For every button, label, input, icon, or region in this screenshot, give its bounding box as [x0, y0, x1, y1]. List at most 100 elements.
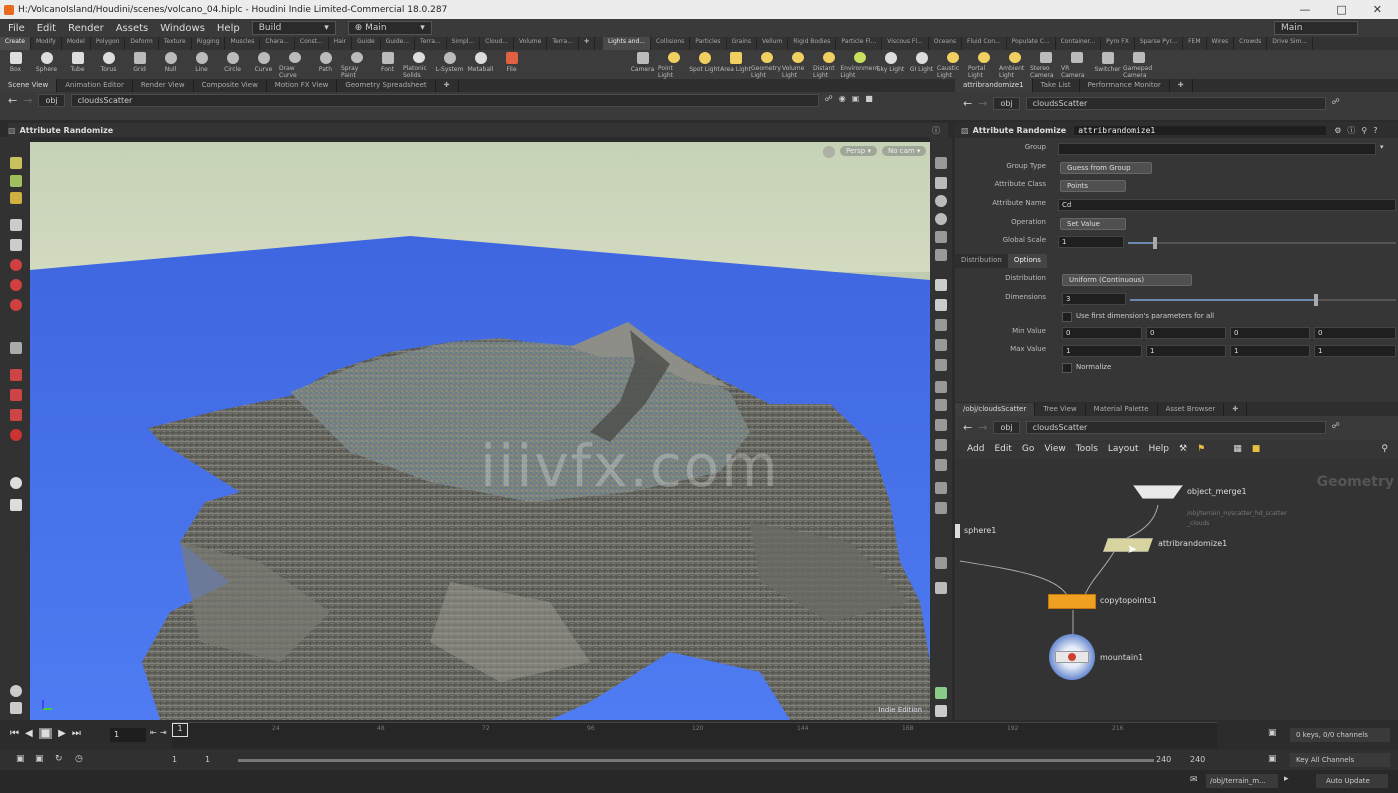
desktop-select[interactable]: Build ▾	[251, 21, 336, 35]
network-menu-edit[interactable]: Edit	[994, 444, 1011, 454]
shelf-tab[interactable]: Drive Sim...	[1267, 37, 1314, 50]
tool-curve[interactable]: Curve	[248, 50, 279, 79]
add-tab-icon[interactable]: ✚	[1170, 79, 1193, 92]
frame-icon[interactable]	[935, 299, 947, 311]
sphere-node[interactable]	[955, 524, 960, 538]
attribute-class-menu[interactable]: Points	[1060, 180, 1126, 192]
tool-camera[interactable]: Camera	[627, 50, 658, 79]
lock-icon[interactable]	[935, 177, 947, 189]
next-key-icon[interactable]: ⇥	[160, 728, 167, 737]
realtime-icon[interactable]: ▣	[16, 754, 25, 764]
menu-assets[interactable]: Assets	[116, 23, 149, 34]
brush-icon[interactable]	[10, 299, 22, 311]
gear-icon[interactable]: ⚙	[1334, 126, 1341, 135]
shelf-tab[interactable]: Pyro FX	[1101, 37, 1135, 50]
shelf-tab[interactable]: Vellum	[757, 37, 789, 50]
tool-switcher[interactable]: Switcher	[1092, 50, 1123, 79]
tool-caustic-light[interactable]: Caustic Light	[937, 50, 968, 79]
tool-torus[interactable]: Torus	[93, 50, 124, 79]
tool-vr-camera[interactable]: VR Camera	[1061, 50, 1092, 79]
tool-box[interactable]: Box	[0, 50, 31, 79]
shelf-tab[interactable]: Crowds	[1234, 37, 1268, 50]
faces-icon[interactable]	[935, 399, 947, 411]
menu-help[interactable]: Help	[217, 23, 240, 34]
wireframe-icon[interactable]	[935, 231, 947, 243]
group-field[interactable]	[1058, 143, 1376, 155]
shelf-tab[interactable]: Create	[0, 37, 31, 50]
tool-portal-light[interactable]: Portal Light	[968, 50, 999, 79]
playhead[interactable]: 1	[172, 723, 188, 737]
uv-icon[interactable]	[935, 359, 947, 371]
network-menu-layout[interactable]: Layout	[1108, 444, 1139, 454]
tool-stereo-camera[interactable]: Stereo Camera	[1030, 50, 1061, 79]
shelf-tab[interactable]: Collisions	[651, 37, 691, 50]
global-scale-field[interactable]: 1	[1058, 236, 1124, 248]
main-select[interactable]: ⊕ Main ▾	[347, 21, 432, 35]
tool-sphere[interactable]: Sphere	[31, 50, 62, 79]
tab-network-path[interactable]: /obj/cloudsScatter	[955, 403, 1036, 416]
shelf-tab[interactable]: Rigid Bodies	[788, 37, 837, 50]
step-back-icon[interactable]: ◀	[25, 728, 33, 739]
tool-gi-light[interactable]: GI Light	[906, 50, 937, 79]
tab-composite-view[interactable]: Composite View	[194, 79, 267, 92]
orbit-icon[interactable]	[10, 477, 22, 489]
tab-material-palette[interactable]: Material Palette	[1086, 403, 1158, 416]
dimensions-field[interactable]: 3	[1062, 293, 1126, 305]
shelf-tab[interactable]: Model	[62, 37, 91, 50]
tool-draw-curve[interactable]: Draw Curve	[279, 50, 310, 79]
shelf-tab[interactable]: Particles	[690, 37, 727, 50]
shelf-tab[interactable]: Populate C...	[1007, 37, 1056, 50]
global-scale-slider-handle[interactable]	[1152, 237, 1157, 249]
add-tab-icon[interactable]: ✚	[436, 79, 459, 92]
path-root[interactable]: obj	[38, 94, 65, 107]
tool-circle[interactable]: Circle	[217, 50, 248, 79]
mountain-node[interactable]	[1049, 634, 1095, 680]
points-icon[interactable]	[935, 339, 947, 351]
pin-icon[interactable]: ☍	[1332, 97, 1340, 106]
network-menu-go[interactable]: Go	[1022, 444, 1034, 454]
range-end[interactable]: 240	[1156, 755, 1171, 764]
snapshot-icon[interactable]	[935, 502, 947, 514]
flag-icon[interactable]: ⚑	[1197, 444, 1205, 454]
group-type-menu[interactable]: Guess from Group	[1060, 162, 1152, 174]
tool-spray-paint[interactable]: Spray Paint	[341, 50, 372, 79]
max-value-3[interactable]: 1	[1314, 345, 1396, 357]
display-icon[interactable]	[10, 702, 22, 714]
tool-null[interactable]: Null	[155, 50, 186, 79]
shelf-tab[interactable]: Muscles	[225, 37, 261, 50]
search-icon[interactable]: ⚲	[1381, 444, 1388, 454]
add-tab-icon[interactable]: ✚	[1224, 403, 1248, 416]
ghost-icon[interactable]	[935, 157, 947, 169]
shelf-tab[interactable]: Wires	[1207, 37, 1235, 50]
last-frame-icon[interactable]: ⏭	[72, 728, 81, 739]
shelf-tab[interactable]: Guide...	[381, 37, 416, 50]
shelf-tab[interactable]: Terra...	[547, 37, 579, 50]
use-first-checkbox[interactable]	[1062, 312, 1072, 322]
chat-icon[interactable]: ✉	[1190, 775, 1198, 785]
tool-spot-light[interactable]: Spot Light	[689, 50, 720, 79]
shelf-tab[interactable]: Deform	[125, 37, 159, 50]
minimize-icon[interactable]: —	[1299, 3, 1310, 16]
link-icon[interactable]: ◉	[839, 94, 846, 103]
prev-key-icon[interactable]: ⇤	[150, 728, 157, 737]
single-view-icon[interactable]	[935, 582, 947, 594]
desktop-icon[interactable]: ▣	[852, 94, 860, 103]
scene-viewport[interactable]: iiivfx.com Persp ▾ No cam ▾ Indie Editio…	[30, 142, 930, 720]
node-name-field[interactable]: attribrandomize1	[1074, 125, 1327, 135]
tool-point-light[interactable]: Point Light	[658, 50, 689, 79]
global-scale-slider[interactable]	[1128, 237, 1396, 249]
rotate-icon[interactable]	[10, 192, 22, 204]
dimensions-slider[interactable]	[1130, 294, 1396, 306]
teapot-icon[interactable]	[10, 499, 22, 511]
max-value-0[interactable]: 1	[1062, 345, 1142, 357]
shelf-tab[interactable]: FEM	[1183, 37, 1207, 50]
grid-toggle-icon[interactable]: ▦	[1233, 444, 1242, 454]
path-node[interactable]: cloudsScatter	[1025, 421, 1326, 434]
shelf-tab[interactable]: Particle Fl...	[836, 37, 883, 50]
color-palette-icon[interactable]: ■	[1252, 444, 1261, 454]
range-end-2[interactable]: 240	[1190, 755, 1205, 764]
magnet-icon[interactable]	[10, 389, 22, 401]
stop-icon[interactable]: ■	[38, 728, 53, 739]
shelf-tab[interactable]: Grains	[727, 37, 757, 50]
loop-icon[interactable]: ↻	[55, 754, 63, 764]
